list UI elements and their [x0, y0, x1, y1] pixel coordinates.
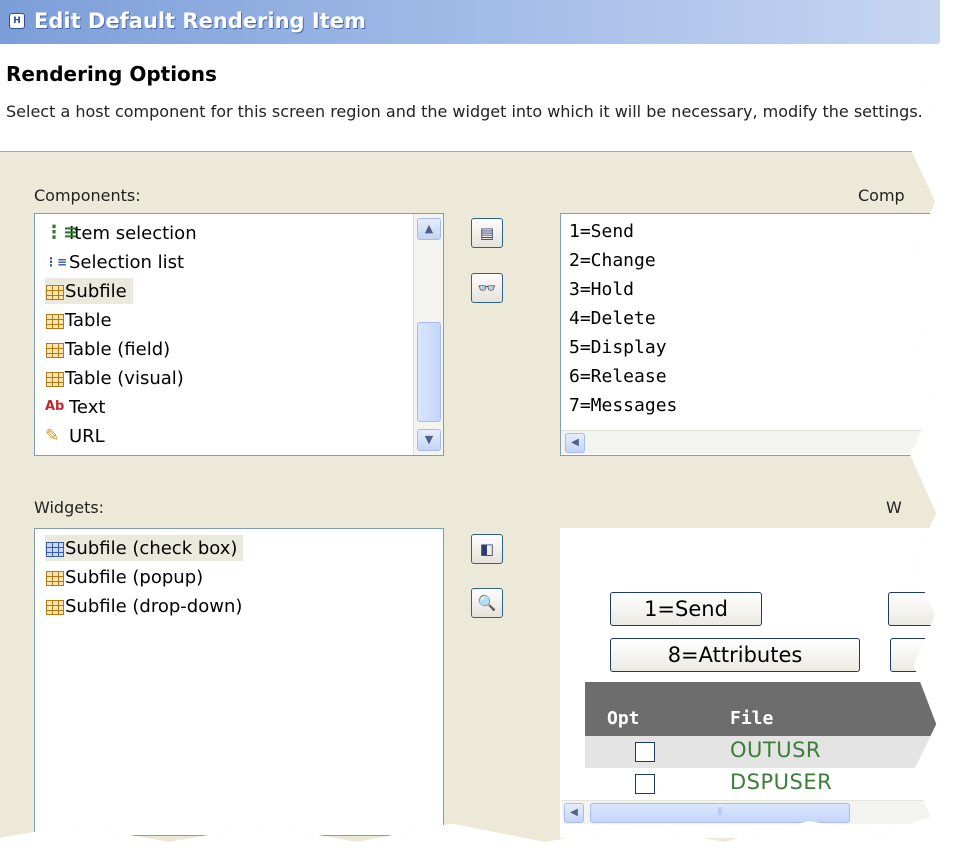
table-icon: [46, 571, 64, 586]
settings-panel-icon: ▤: [479, 224, 495, 242]
table-icon: [46, 285, 64, 300]
widgets-listbox[interactable]: Subfile (check box) Subfile (popup) Subf…: [34, 528, 444, 836]
components-label: Components:: [34, 186, 141, 205]
widget-settings-button[interactable]: ◧: [471, 534, 503, 564]
table-icon: [46, 372, 64, 387]
page-title: Rendering Options: [6, 62, 217, 86]
preview-attributes-button[interactable]: 8=Attributes: [610, 638, 860, 672]
table-icon: [46, 600, 64, 615]
table-row: DSPUSER: [585, 768, 940, 800]
widgets-label: Widgets:: [34, 498, 105, 517]
list-item-label: Subfile (popup): [65, 566, 204, 588]
row-file-value: DSPUSER: [730, 770, 833, 794]
app-icon: H: [9, 13, 25, 29]
component-settings-button[interactable]: ▤: [471, 218, 503, 248]
list-item-label: Selection list: [69, 251, 185, 273]
component-preview-hscrollbar[interactable]: ◀: [561, 430, 940, 454]
preview-table-header: Opt File: [585, 682, 940, 736]
list-item-label: Text: [69, 396, 106, 418]
preview-button-partial[interactable]: [890, 638, 940, 672]
widget-item-subfile-check-box[interactable]: Subfile (check box): [45, 535, 244, 561]
components-listbox[interactable]: ⋮≡ Item selection ⋮≡ Selection list Subf…: [34, 213, 444, 456]
glasses-settings-icon: 👓: [477, 279, 497, 297]
row-file-value: OUTUSR: [730, 738, 822, 762]
component-preview-label: Comp: [858, 186, 905, 205]
scroll-down-button[interactable]: ▼: [417, 429, 441, 451]
widget-item-subfile-drop-down[interactable]: Subfile (drop-down): [45, 593, 248, 619]
list-item-label: Subfile (check box): [65, 537, 238, 559]
scroll-left-button[interactable]: ◀: [564, 803, 584, 823]
preview-item: 4=Delete: [569, 308, 656, 329]
dialog-window: H Edit Default Rendering Item Rendering …: [0, 0, 940, 842]
preview-item: 2=Change: [569, 250, 656, 271]
scroll-thumb[interactable]: ⦀: [590, 803, 850, 823]
list-item-label: Table (field): [65, 338, 171, 360]
row-checkbox[interactable]: [635, 774, 655, 794]
bulleted-list-icon: ⋮≡: [45, 222, 79, 243]
table-icon: [46, 314, 64, 329]
table-icon: [46, 343, 64, 358]
preview-item: 5=Display: [569, 337, 667, 358]
preview-item: 6=Release: [569, 366, 667, 387]
widget-preview-label: W: [886, 498, 902, 517]
widget-preview-hscrollbar[interactable]: ◀ ⦀: [562, 800, 940, 824]
component-properties-button[interactable]: 👓: [471, 273, 503, 303]
preview-item: 7=Messages: [569, 395, 678, 416]
scroll-up-button[interactable]: ▲: [417, 218, 441, 240]
component-item-table-visual[interactable]: Table (visual): [45, 365, 190, 391]
preview-button-partial[interactable]: [888, 592, 940, 626]
page-description: Select a host component for this screen …: [6, 102, 923, 121]
window-title: Edit Default Rendering Item: [34, 9, 366, 33]
column-header-opt: Opt: [607, 708, 640, 729]
list-item-label: Subfile: [65, 280, 127, 302]
url-icon: ✎: [45, 426, 60, 446]
header-panel: Rendering Options Select a host componen…: [0, 44, 940, 152]
component-preview-list[interactable]: 1=Send 2=Change 3=Hold 4=Delete 5=Displa…: [560, 213, 940, 456]
table-row: OUTUSR: [585, 736, 940, 768]
preview-send-button[interactable]: 1=Send: [610, 592, 762, 626]
list-item-label: Item selection: [69, 222, 197, 244]
component-item-text[interactable]: Ab Text: [45, 394, 111, 420]
component-item-table-field[interactable]: Table (field): [45, 336, 176, 362]
title-bar: H Edit Default Rendering Item: [0, 0, 940, 44]
list-item-label: URL: [69, 425, 105, 447]
components-scrollbar[interactable]: ▲ ▼: [413, 214, 443, 455]
component-item-table[interactable]: Table: [45, 307, 118, 333]
column-header-file: File: [730, 708, 774, 729]
preview-item: 3=Hold: [569, 279, 635, 300]
list-item-label: Table (visual): [65, 367, 184, 389]
component-item-selection-list[interactable]: ⋮≡ Selection list: [45, 249, 190, 275]
component-item-subfile[interactable]: Subfile: [45, 278, 133, 304]
row-checkbox[interactable]: [635, 742, 655, 762]
numbered-list-icon: ⋮≡: [45, 255, 68, 269]
table-icon: [46, 542, 64, 557]
scroll-left-button[interactable]: ◀: [565, 433, 585, 453]
widget-preview-zoom-button[interactable]: 🔍: [471, 588, 503, 618]
component-item-url[interactable]: ✎ URL: [45, 423, 111, 449]
list-item-label: Subfile (drop-down): [65, 595, 243, 617]
list-item-label: Table: [65, 309, 112, 331]
widget-item-subfile-popup[interactable]: Subfile (popup): [45, 564, 209, 590]
widget-settings-icon: ◧: [479, 540, 495, 558]
scroll-thumb[interactable]: [417, 322, 441, 422]
preview-item: 1=Send: [569, 221, 635, 242]
magnifier-icon: 🔍: [477, 594, 497, 612]
component-item-item-selection[interactable]: ⋮≡ Item selection: [45, 220, 203, 246]
text-icon: Ab: [45, 399, 65, 414]
